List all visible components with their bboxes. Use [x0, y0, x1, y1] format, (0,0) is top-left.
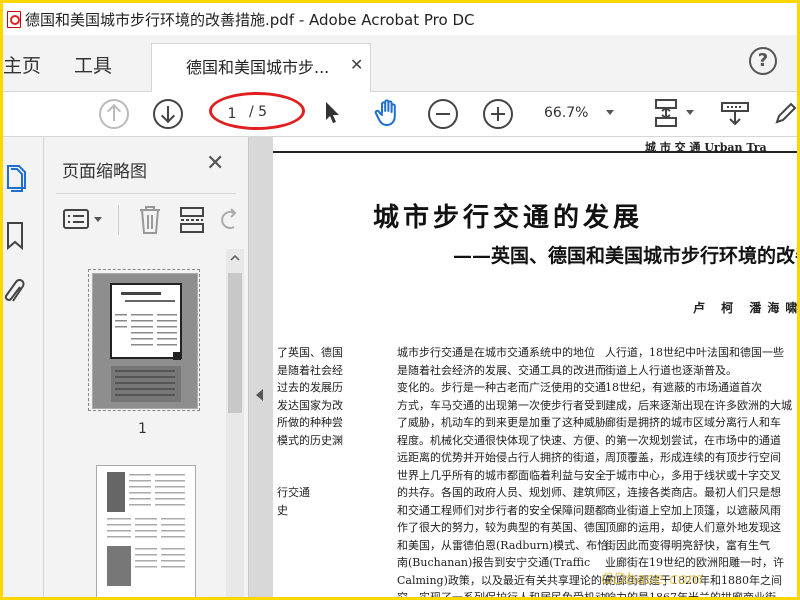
text-line: 远距离的优势并开始侵占行人拥挤的街道，: [397, 451, 606, 464]
text-line: 模式的历史渊: [277, 433, 343, 447]
panel-divider: [56, 193, 236, 194]
text-column-1: 了英国、德国 是随着社会经 过去的发展历 发达国家为改 所做的种种尝 模式的历史渊 行交通…: [277, 344, 343, 519]
zoom-dropdown-icon[interactable]: [606, 110, 614, 115]
fit-dropdown-icon[interactable]: [686, 110, 694, 115]
watermark-logo: GDbase.com: [601, 569, 704, 588]
tab-home[interactable]: 主页: [3, 51, 41, 78]
tab-document[interactable]: 德国和美国城市步... ✕: [151, 43, 371, 93]
text-line: 方式，车马交通的出现第一次使步行者受到: [397, 398, 606, 412]
fit-page-icon[interactable]: [651, 98, 683, 128]
app-window: 德国和美国城市步行环境的改善措施.pdf - Adobe Acrobat Pro…: [3, 3, 797, 597]
text-column-3: 人行道，18世纪中叶法国和德国一些 街道上人行道也逐渐普及。 18世纪，有遮蔽的市…: [605, 344, 792, 597]
rotate-page-icon[interactable]: [220, 207, 240, 233]
document-view[interactable]: 城 市 交 通 Urban Tra 城市步行交通的发展 ——英国、德国和美国城市…: [273, 137, 797, 597]
page-thumbnails-panel: 页面缩略图 ✕ 1: [44, 137, 249, 597]
page-thumbnails-icon[interactable]: [5, 163, 31, 193]
thumbnail-scrollbar[interactable]: [226, 249, 244, 597]
text-line: 区，连接各类商店。最初人们只是想: [605, 486, 781, 499]
tab-tools[interactable]: 工具: [74, 51, 112, 78]
panel-title: 页面缩略图: [62, 162, 147, 182]
text-line: 商业街道上空加上顶篷，以遮蔽风雨: [605, 503, 781, 517]
text-line: 顶廊的运用，却使人们意外地发现这: [605, 521, 781, 534]
tab-bar: 主页 工具 德国和美国城市步... ✕ ?: [3, 35, 797, 93]
text-line: 于城市中心，多用于线状或十字交叉: [605, 468, 781, 482]
article-subtitle: ——英国、德国和美国城市步行环境的改善措: [453, 245, 797, 267]
annotate-tool-icon[interactable]: [773, 100, 797, 128]
text-line: 建成，后来逐渐出现在许多欧洲的大城: [605, 398, 792, 412]
text-line: [277, 449, 343, 467]
left-rail: [3, 137, 44, 597]
tab-document-label: 德国和美国城市步...: [186, 58, 330, 77]
text-line: 响力的是1867年米兰的拱廊商业街: [605, 589, 792, 597]
text-line: 街道上人行道也逐渐普及。: [605, 363, 737, 377]
text-line: 了威胁，机动车的到来更是加重了这种威胁: [397, 416, 606, 429]
text-line: 史: [277, 503, 288, 517]
text-line: 所做的种种尝: [277, 416, 343, 429]
attachment-icon[interactable]: [3, 277, 27, 309]
acrobat-app-icon: [7, 11, 21, 28]
annotation-oval: [209, 92, 305, 130]
text-line: 世界上几乎所有的城市都面临着利益与安全: [397, 468, 606, 482]
thumbnail-list: 1: [44, 249, 224, 597]
text-line: 行交通: [277, 486, 310, 499]
title-bar: 德国和美国城市步行环境的改善措施.pdf - Adobe Acrobat Pro…: [3, 3, 797, 35]
text-line: 街因此而变得明亮舒快，富有生气: [605, 538, 770, 552]
zoom-in-icon[interactable]: [483, 99, 513, 129]
article-title: 城市步行交通的发展: [373, 203, 644, 233]
select-pointer-icon[interactable]: [323, 100, 341, 126]
text-line: 过去的发展历: [277, 381, 343, 394]
text-line: 发达国家为改: [277, 398, 343, 412]
text-line: 南(Buchanan)报告到安宁交通(Traffic: [397, 556, 591, 569]
page-thumbnail-2[interactable]: [96, 465, 196, 597]
text-line: 作了很大的努力，较为典型的有英国、德国: [397, 521, 606, 534]
thumbnail-toolbar: [44, 199, 248, 239]
text-line: 了英国、德国: [277, 346, 343, 359]
next-page-icon[interactable]: [153, 99, 183, 129]
window-title: 德国和美国城市步行环境的改善措施.pdf - Adobe Acrobat Pro…: [25, 10, 475, 29]
page-2-preview: [97, 466, 195, 597]
panel-splitter[interactable]: [249, 137, 273, 597]
delete-page-icon[interactable]: [138, 205, 162, 235]
text-line: 变化的。步行是一种古老而广泛使用的交通: [397, 381, 606, 394]
text-line: [277, 467, 343, 485]
close-panel-icon[interactable]: ✕: [206, 151, 224, 176]
previous-page-icon[interactable]: [99, 99, 129, 129]
text-line: 和美国，从雷德伯恩(Radburn)模式、布恰: [397, 538, 609, 552]
page-1-preview: [93, 274, 197, 408]
zoom-level[interactable]: 66.7%: [544, 105, 588, 121]
zoom-out-icon[interactable]: [428, 99, 458, 129]
scroll-mode-icon[interactable]: [719, 100, 751, 128]
text-column-2: 城市步行交通是在城市交通系统中的地位 是随着社会经济的发展、交通工具的改进而 变化的…: [397, 344, 613, 597]
hand-tool-icon[interactable]: [373, 98, 403, 128]
insert-page-icon[interactable]: [178, 205, 206, 235]
text-line: 18世纪，有遮蔽的市场通道首次: [605, 381, 762, 394]
options-menu-icon[interactable]: [62, 207, 108, 233]
toolbar: / 5 66.7%: [3, 92, 797, 137]
text-line: 究，实现了一系列保护行人和居民免受机动: [397, 589, 613, 597]
article-author: 卢 柯 潘海啸: [693, 301, 797, 315]
text-line: 程度。机械化交通很快体现了快速、方便、: [397, 433, 606, 447]
close-tab-icon[interactable]: ✕: [350, 55, 363, 74]
text-line: Calming)政策，以及最近有关共享理论的研: [397, 573, 613, 587]
text-line: 城市步行交通是在城市交通系统中的地位: [397, 346, 595, 359]
bookmark-icon[interactable]: [5, 221, 25, 251]
page-thumbnail-1[interactable]: [92, 273, 198, 409]
text-line: 是随着社会经济的发展、交通工具的改进而: [397, 363, 606, 377]
text-line: 周顶覆盖，形成连续的有顶步行空间: [605, 451, 781, 464]
thumbnail-page-number: 1: [138, 421, 147, 437]
text-line: 是随着社会经: [277, 363, 343, 377]
text-line: 和交通工程师们对步行者的安全保障问题都: [397, 503, 606, 517]
text-line: 人行道，18世纪中叶法国和德国一些: [605, 346, 784, 359]
header-rule: [273, 151, 797, 153]
text-line: 的共存。各国的政府人员、规划师、建筑师: [397, 486, 606, 499]
text-line: 的第一次规划尝试，在市场中的通道: [605, 433, 781, 447]
help-icon[interactable]: ?: [749, 47, 777, 75]
collapse-panel-icon[interactable]: [256, 389, 263, 401]
text-line: 廊街是拥挤的城市区域分离行人和车: [605, 416, 781, 429]
toolbar-separator: [118, 205, 119, 235]
scrollbar-thumb[interactable]: [228, 273, 242, 413]
scroll-up-icon[interactable]: [229, 253, 241, 263]
